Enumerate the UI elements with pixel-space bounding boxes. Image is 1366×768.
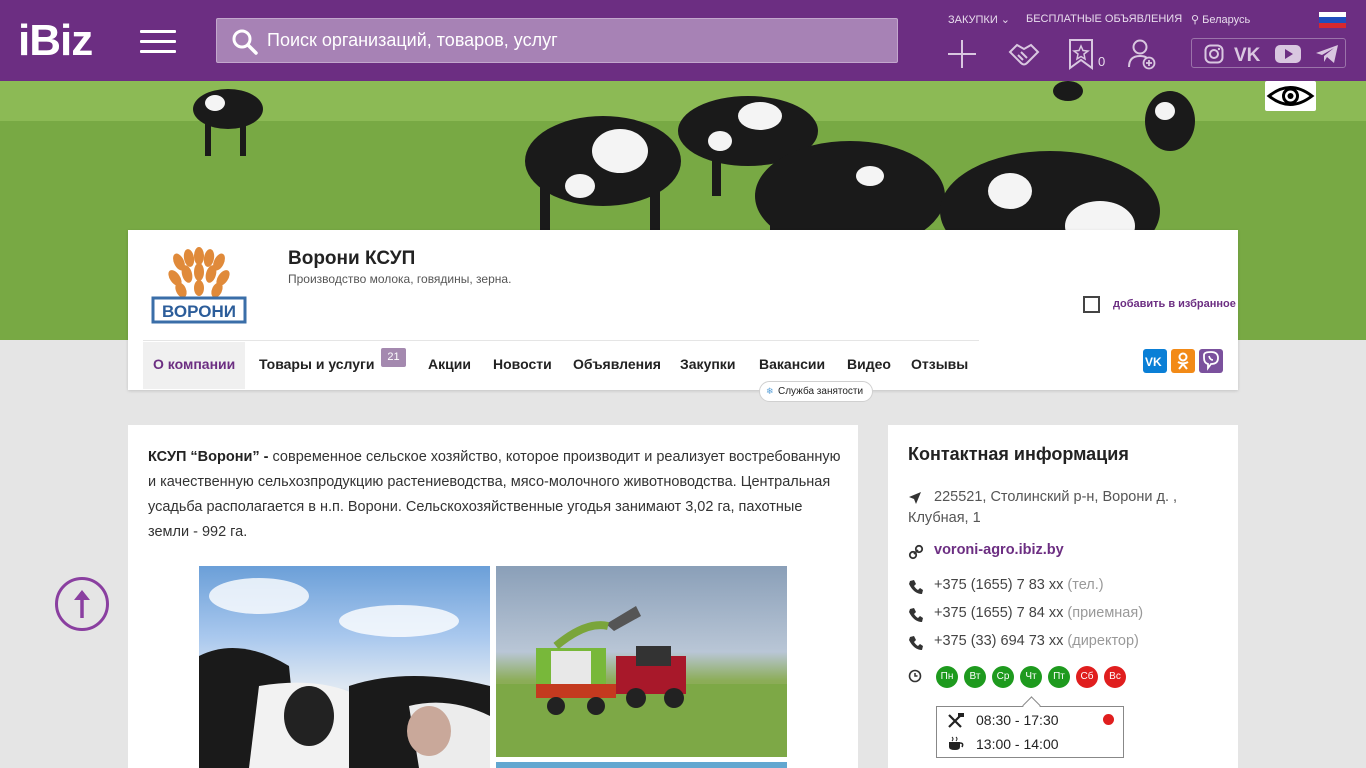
location-pin-icon: ⚲	[1191, 14, 1200, 26]
accessibility-eye-button[interactable]	[1265, 81, 1316, 111]
top-header: iBiz ЗАКУПКИ ⌄ БЕСПЛАТНЫЕ ОБЪЯВЛЕНИЯ ⚲ Б…	[0, 0, 1366, 81]
phone-number[interactable]: +375 (1655) 7 83 xx	[934, 577, 1063, 593]
day-tuesday[interactable]: Вт	[964, 666, 986, 688]
odnoklassniki-share-button[interactable]	[1171, 349, 1195, 373]
phone-note: (директор)	[1067, 633, 1139, 649]
tab-purchases[interactable]: Закупки	[680, 342, 735, 389]
search-bar[interactable]	[216, 18, 898, 63]
day-saturday[interactable]: Сб	[1076, 666, 1098, 688]
star-bookmark-icon[interactable]	[1068, 38, 1094, 70]
company-profile-card: ВОРОНИ Ворони КСУП Производство молока, …	[128, 230, 1238, 402]
cows-photo[interactable]	[199, 566, 490, 768]
tools-icon	[948, 713, 964, 728]
phone-note: (тел.)	[1067, 577, 1104, 593]
company-name: Ворони КСУП	[288, 248, 416, 269]
third-photo-partial[interactable]	[496, 762, 787, 768]
svg-text:VK: VK	[1145, 355, 1162, 369]
closed-status-dot	[1103, 714, 1114, 725]
odnoklassniki-icon	[1177, 352, 1189, 370]
free-classifieds-link[interactable]: БЕСПЛАТНЫЕ ОБЪЯВЛЕНИЯ	[1026, 13, 1182, 25]
day-thursday[interactable]: Чт	[1020, 666, 1042, 688]
website-link[interactable]: voroni-agro.ibiz.by	[934, 542, 1064, 558]
clock-icon	[908, 669, 922, 683]
lunch-hours: 13:00 - 14:00	[976, 736, 1059, 752]
add-user-icon[interactable]	[1127, 38, 1157, 70]
svg-text:VK: VK	[1234, 45, 1261, 64]
language-flag-icon[interactable]	[1319, 12, 1346, 28]
phone-note: (приемная)	[1067, 605, 1144, 621]
cows-photo-illustration	[199, 578, 490, 768]
tab-promotions[interactable]: Акции	[428, 342, 471, 389]
vk-share-button[interactable]: VK	[1143, 349, 1167, 373]
contact-address: 225521, Столинский р-н, Ворони д. , Клуб…	[908, 489, 1178, 526]
favorite-label[interactable]: добавить в избранное	[1113, 298, 1236, 310]
contact-card: Контактная информация 225521, Столинский…	[888, 425, 1238, 768]
tabs-divider	[143, 340, 979, 341]
favorite-checkbox[interactable]	[1083, 296, 1100, 313]
link-icon	[908, 544, 924, 560]
employment-service-tag[interactable]: Служба занятости	[759, 381, 874, 402]
search-icon	[232, 29, 258, 55]
eye-icon	[1266, 86, 1315, 106]
scroll-to-top-button[interactable]	[55, 577, 109, 631]
about-lead: КСУП “Ворони” -	[148, 449, 269, 465]
tab-reviews[interactable]: Отзывы	[911, 342, 968, 389]
arrow-up-icon	[74, 590, 90, 618]
plus-icon[interactable]	[946, 38, 978, 70]
about-text: КСУП “Ворони” - современное сельское хоз…	[148, 445, 843, 545]
telegram-icon[interactable]	[1315, 44, 1339, 64]
youtube-icon[interactable]	[1274, 44, 1302, 64]
day-monday[interactable]: Пн	[936, 666, 958, 688]
viber-icon	[1203, 351, 1219, 371]
company-description: Производство молока, говядины, зерна.	[288, 272, 512, 286]
company-logo: ВОРОНИ	[151, 244, 247, 334]
tab-news[interactable]: Новости	[493, 342, 552, 389]
day-friday[interactable]: Пт	[1048, 666, 1070, 688]
logo-text: ВОРОНИ	[162, 302, 236, 321]
contact-title: Контактная информация	[908, 444, 1129, 464]
working-hours-popup: 08:30 - 17:30 13:00 - 14:00	[936, 706, 1124, 758]
phone-icon	[909, 580, 923, 594]
instagram-icon[interactable]	[1204, 44, 1224, 64]
day-wednesday[interactable]: Ср	[992, 666, 1014, 688]
phone-number[interactable]: +375 (33) 694 73 xx	[934, 633, 1063, 649]
wheat-logo-icon: ВОРОНИ	[151, 247, 247, 324]
search-input[interactable]	[267, 19, 887, 62]
coffee-icon	[949, 736, 964, 750]
products-count-badge: 21	[381, 348, 406, 367]
about-section: КСУП “Ворони” - современное сельское хоз…	[128, 425, 858, 768]
harvest-photo-illustration	[496, 606, 787, 757]
purchases-dropdown[interactable]: ЗАКУПКИ ⌄	[948, 13, 1010, 26]
tab-about[interactable]: О компании	[143, 342, 246, 389]
viber-share-button[interactable]	[1199, 349, 1223, 373]
vk-icon: VK	[1145, 355, 1162, 369]
region-selector[interactable]: ⚲ Беларусь	[1191, 13, 1250, 26]
day-sunday[interactable]: Вс	[1104, 666, 1126, 688]
harvest-photo[interactable]	[496, 566, 787, 757]
tab-products[interactable]: Товары и услуги	[259, 342, 374, 389]
phone-icon	[909, 636, 923, 650]
favorites-count: 0	[1098, 54, 1106, 69]
phone-number[interactable]: +375 (1655) 7 84 xx	[934, 605, 1063, 621]
vk-icon[interactable]: VK	[1234, 44, 1264, 64]
social-links: VK	[1191, 38, 1346, 68]
work-hours: 08:30 - 17:30	[976, 712, 1059, 728]
menu-icon[interactable]	[140, 30, 176, 54]
ibiz-logo[interactable]: iBiz	[18, 18, 93, 64]
tab-classifieds[interactable]: Объявления	[573, 342, 661, 389]
handshake-icon[interactable]	[1007, 38, 1041, 70]
phone-icon	[909, 608, 923, 622]
